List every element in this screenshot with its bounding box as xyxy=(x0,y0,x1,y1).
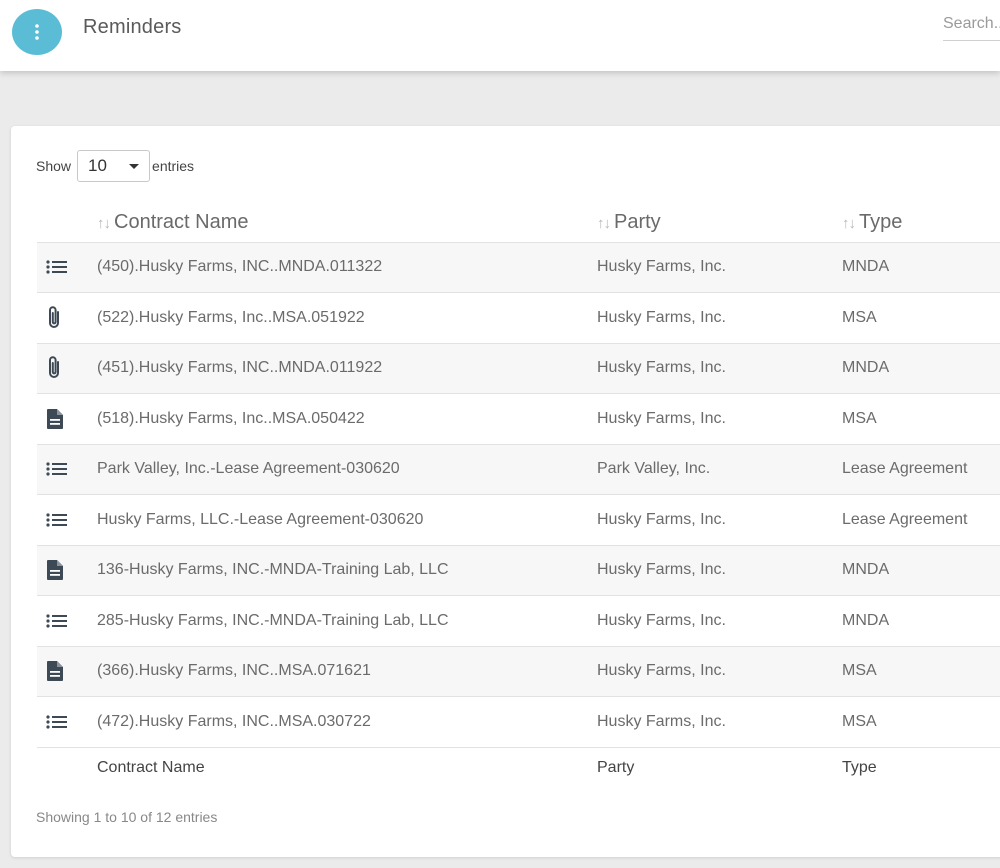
sort-icon: ↑↓ xyxy=(97,214,111,232)
type-cell: MNDA xyxy=(842,545,1000,596)
table-row[interactable]: (450).Husky Farms, INC..MNDA.011322 Husky… xyxy=(37,242,1000,293)
party-cell: Husky Farms, Inc. xyxy=(597,343,842,394)
sort-icon: ↑↓ xyxy=(842,214,856,232)
contracts-table: ↑↓ Contract Name ↑↓ Party ↑↓ Type (450).Hus… xyxy=(37,201,1000,789)
top-bar: Reminders xyxy=(0,0,1000,71)
type-cell: Lease Agreement xyxy=(842,494,1000,546)
contract-name-cell[interactable]: (366).Husky Farms, INC..MSA.071621 xyxy=(97,646,597,697)
icon-column-header xyxy=(37,201,97,243)
row-icon-cell[interactable] xyxy=(37,646,97,697)
table-footer-row: Contract Name Party Type xyxy=(37,747,1000,789)
type-cell: MSA xyxy=(842,393,1000,445)
list-icon[interactable] xyxy=(46,260,97,274)
table-row[interactable]: 285-Husky Farms, INC.-MNDA-Training Lab,… xyxy=(37,595,1000,647)
column-header-label: Type xyxy=(859,210,903,233)
party-cell: Husky Farms, Inc. xyxy=(597,242,842,293)
row-icon-cell[interactable] xyxy=(37,595,97,647)
list-icon[interactable] xyxy=(46,715,97,729)
row-icon-cell[interactable] xyxy=(37,494,97,546)
attachment-icon[interactable] xyxy=(46,305,97,331)
contract-name-cell[interactable]: Park Valley, Inc.-Lease Agreement-030620 xyxy=(97,444,597,495)
column-header-contract-name[interactable]: ↑↓ Contract Name xyxy=(97,201,597,243)
footer-party: Party xyxy=(597,759,635,777)
row-icon-cell[interactable] xyxy=(37,292,97,344)
sort-icon: ↑↓ xyxy=(597,214,611,232)
row-icon-cell[interactable] xyxy=(37,696,97,748)
type-cell: MNDA xyxy=(842,343,1000,394)
contract-name-cell[interactable]: (451).Husky Farms, INC..MNDA.011922 xyxy=(97,343,597,394)
table-row[interactable]: (522).Husky Farms, Inc..MSA.051922 Husky … xyxy=(37,292,1000,344)
type-cell: MSA xyxy=(842,646,1000,697)
footer-contract-name: Contract Name xyxy=(97,759,205,777)
contract-name-cell[interactable]: (522).Husky Farms, Inc..MSA.051922 xyxy=(97,292,597,344)
page-length-select[interactable]: 10 xyxy=(77,150,151,182)
contract-name-cell[interactable]: Husky Farms, LLC.-Lease Agreement-030620 xyxy=(97,494,597,546)
table-row[interactable]: Husky Farms, LLC.-Lease Agreement-030620… xyxy=(37,494,1000,546)
row-icon-cell[interactable] xyxy=(37,444,97,495)
party-cell: Park Valley, Inc. xyxy=(597,444,842,495)
list-icon[interactable] xyxy=(46,614,97,628)
page-length-value: 10 xyxy=(88,156,107,175)
table-row[interactable]: (366).Husky Farms, INC..MSA.071621 Husky … xyxy=(37,646,1000,697)
table-header-row: ↑↓ Contract Name ↑↓ Party ↑↓ Type xyxy=(37,201,1000,243)
row-icon-cell[interactable] xyxy=(37,343,97,394)
contract-name-cell[interactable]: (450).Husky Farms, INC..MNDA.011322 xyxy=(97,242,597,293)
document-icon[interactable] xyxy=(46,660,97,682)
row-icon-cell[interactable] xyxy=(37,242,97,293)
caret-down-icon xyxy=(129,163,140,169)
type-cell: MSA xyxy=(842,696,1000,748)
party-cell: Husky Farms, Inc. xyxy=(597,646,842,697)
type-cell: Lease Agreement xyxy=(842,444,1000,495)
column-header-label: Contract Name xyxy=(114,210,249,233)
type-cell: MNDA xyxy=(842,242,1000,293)
table-info: Showing 1 to 10 of 12 entries xyxy=(36,809,218,825)
page-title: Reminders xyxy=(83,16,182,38)
party-cell: Husky Farms, Inc. xyxy=(597,696,842,748)
more-vertical-icon xyxy=(35,24,39,40)
footer-type: Type xyxy=(842,759,877,777)
contract-name-cell[interactable]: (472).Husky Farms, INC..MSA.030722 xyxy=(97,696,597,748)
party-cell: Husky Farms, Inc. xyxy=(597,595,842,647)
party-cell: Husky Farms, Inc. xyxy=(597,545,842,596)
icon-column-footer xyxy=(37,747,97,789)
list-icon[interactable] xyxy=(46,462,97,476)
attachment-icon[interactable] xyxy=(46,355,97,381)
table-row[interactable]: (518).Husky Farms, Inc..MSA.050422 Husky … xyxy=(37,393,1000,445)
table-row[interactable]: (451).Husky Farms, INC..MNDA.011922 Husky… xyxy=(37,343,1000,394)
party-cell: Husky Farms, Inc. xyxy=(597,292,842,344)
page-length-control: Show 10 entries xyxy=(36,150,194,182)
reminders-card: Show 10 entries ↑↓ Contract Name ↑↓ Party … xyxy=(11,126,1000,857)
type-cell: MSA xyxy=(842,292,1000,344)
search-input[interactable] xyxy=(943,8,1000,41)
party-cell: Husky Farms, Inc. xyxy=(597,494,842,546)
document-icon[interactable] xyxy=(46,408,97,430)
contract-name-cell[interactable]: (518).Husky Farms, Inc..MSA.050422 xyxy=(97,393,597,445)
menu-button[interactable] xyxy=(12,9,62,55)
entries-label: entries xyxy=(152,158,195,174)
column-header-type[interactable]: ↑↓ Type xyxy=(842,201,1000,243)
type-cell: MNDA xyxy=(842,595,1000,647)
row-icon-cell[interactable] xyxy=(37,545,97,596)
show-label: Show xyxy=(36,158,72,174)
column-header-label: Party xyxy=(614,210,661,233)
table-row[interactable]: 136-Husky Farms, INC.-MNDA-Training Lab,… xyxy=(37,545,1000,596)
contract-name-cell[interactable]: 136-Husky Farms, INC.-MNDA-Training Lab,… xyxy=(97,545,597,596)
document-icon[interactable] xyxy=(46,559,97,581)
list-icon[interactable] xyxy=(46,513,97,527)
contract-name-cell[interactable]: 285-Husky Farms, INC.-MNDA-Training Lab,… xyxy=(97,595,597,647)
table-row[interactable]: Park Valley, Inc.-Lease Agreement-030620… xyxy=(37,444,1000,495)
table-row[interactable]: (472).Husky Farms, INC..MSA.030722 Husky … xyxy=(37,696,1000,748)
column-header-party[interactable]: ↑↓ Party xyxy=(597,201,842,243)
party-cell: Husky Farms, Inc. xyxy=(597,393,842,445)
row-icon-cell[interactable] xyxy=(37,393,97,445)
